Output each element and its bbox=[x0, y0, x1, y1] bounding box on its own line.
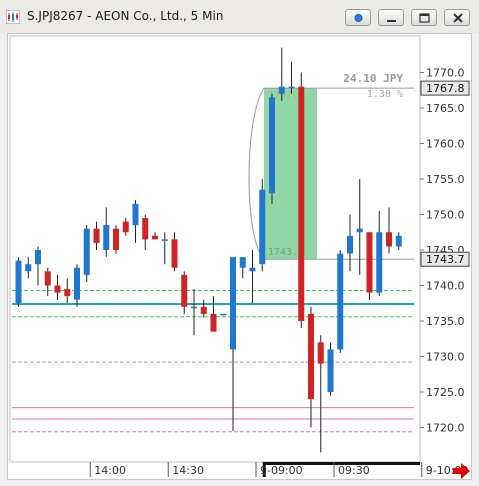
candle-up bbox=[132, 203, 139, 226]
candle-down bbox=[113, 228, 119, 250]
y-tick-label: 1725.0 bbox=[426, 386, 465, 399]
candle-up bbox=[376, 232, 383, 293]
maximize-button[interactable] bbox=[411, 9, 437, 26]
candlestick-chart[interactable]: 1767.8 1743.7 24.10 JPY 1.38 % 1770.0 1765.0 1… bbox=[8, 34, 471, 479]
measure-pct-label: 1.38 % bbox=[367, 89, 403, 100]
chart-frame[interactable]: 1767.8 1743.7 24.10 JPY 1.38 % 1770.0 1765.0 1… bbox=[7, 33, 472, 480]
candle-down bbox=[366, 232, 373, 293]
candle-down bbox=[298, 86, 305, 321]
candle-down bbox=[171, 239, 178, 268]
candle-down bbox=[317, 342, 324, 364]
x-tick-label: 09:30 bbox=[338, 464, 370, 477]
candle-up bbox=[230, 257, 236, 350]
app-icon bbox=[6, 10, 20, 24]
candle-up bbox=[74, 267, 80, 300]
measure-change-label: 24.10 JPY bbox=[343, 72, 403, 85]
pin-icon bbox=[354, 14, 363, 22]
minimize-icon bbox=[387, 20, 396, 22]
candle-up bbox=[288, 86, 295, 89]
y-tick-label: 1735.0 bbox=[426, 315, 465, 328]
y-tick-label: 1720.0 bbox=[426, 422, 465, 435]
candle-down bbox=[386, 232, 392, 247]
window-title: S.JPJ8267 - AEON Co., Ltd., 5 Min bbox=[27, 9, 224, 23]
candle-up bbox=[278, 86, 285, 94]
candle-down bbox=[181, 274, 188, 307]
candle-up bbox=[103, 225, 110, 250]
candle-down bbox=[122, 221, 129, 233]
candle-up bbox=[83, 228, 90, 275]
x-tick-label: 14:00 bbox=[94, 464, 126, 477]
candle-up bbox=[337, 253, 344, 350]
candle-up bbox=[15, 260, 22, 304]
candle-down bbox=[44, 271, 51, 286]
candle-down bbox=[142, 218, 149, 240]
candle-down bbox=[200, 306, 207, 314]
y-tick-label: 1740.0 bbox=[426, 280, 465, 293]
x-tick-label: 9-09:00 bbox=[260, 464, 303, 477]
candle-down bbox=[64, 289, 71, 297]
candle-up bbox=[191, 306, 197, 309]
scroll-right-arrow-icon[interactable] bbox=[452, 462, 472, 480]
y-tick-label: 1750.0 bbox=[426, 209, 465, 222]
close-button[interactable] bbox=[444, 9, 470, 26]
candle-up bbox=[347, 235, 353, 254]
candle-up bbox=[327, 349, 334, 392]
candle-up bbox=[356, 228, 363, 233]
minimize-button[interactable] bbox=[378, 9, 404, 26]
candle-down bbox=[308, 313, 314, 400]
candle-up bbox=[395, 235, 402, 247]
y-tick-label: 1755.0 bbox=[426, 173, 465, 186]
candle-up bbox=[35, 250, 41, 265]
candle-up bbox=[25, 264, 32, 272]
last-price-tag-text: 1743.7 bbox=[426, 253, 465, 266]
y-tick-label: 1770.0 bbox=[426, 67, 465, 80]
candle-down bbox=[93, 228, 100, 243]
close-icon bbox=[453, 13, 463, 23]
y-tick-label: 1765.0 bbox=[426, 102, 465, 115]
candle-up bbox=[239, 257, 246, 268]
candle-up bbox=[161, 239, 168, 241]
candle-up bbox=[269, 97, 275, 194]
candle-down bbox=[210, 313, 217, 332]
title-bar: S.JPJ8267 - AEON Co., Ltd., 5 Min bbox=[0, 0, 479, 33]
y-tick-label: 1760.0 bbox=[426, 138, 465, 151]
candle-up bbox=[220, 313, 227, 316]
maximize-icon bbox=[419, 13, 430, 23]
candle-down bbox=[54, 285, 61, 293]
y-tick-label: 1730.0 bbox=[426, 351, 465, 364]
measure-high-tag-text: 1767.8 bbox=[426, 82, 465, 95]
candle-up bbox=[249, 267, 256, 272]
candle-up bbox=[259, 189, 266, 265]
x-tick-label: 14:30 bbox=[172, 464, 204, 477]
candle-down bbox=[152, 235, 158, 240]
pin-button[interactable] bbox=[345, 9, 371, 26]
plot-area bbox=[9, 35, 421, 463]
